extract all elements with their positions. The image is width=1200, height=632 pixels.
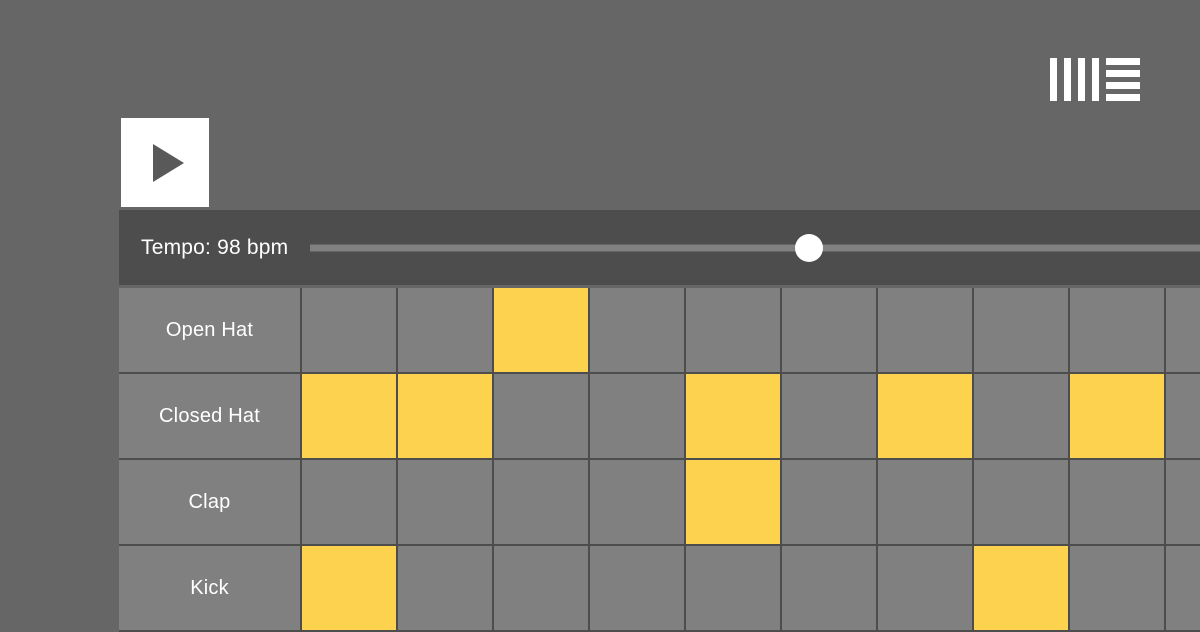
step-cell[interactable] — [686, 460, 782, 546]
play-triangle-icon — [152, 143, 184, 182]
sequencer-track-row: Clap — [119, 460, 1200, 546]
step-cell[interactable] — [494, 374, 590, 460]
step-cell[interactable] — [1070, 460, 1166, 546]
step-cell[interactable] — [878, 546, 974, 632]
step-cell[interactable] — [782, 374, 878, 460]
step-cell[interactable] — [590, 288, 686, 374]
step-cell[interactable] — [398, 460, 494, 546]
track-label-closed-hat[interactable]: Closed Hat — [119, 374, 302, 460]
step-cell[interactable] — [782, 460, 878, 546]
step-cell[interactable] — [590, 460, 686, 546]
step-cell[interactable] — [590, 546, 686, 632]
step-cell[interactable] — [302, 288, 398, 374]
step-cell[interactable] — [782, 288, 878, 374]
logo-bar-horizontal — [1106, 82, 1140, 89]
logo-horizontal-bars — [1106, 58, 1140, 101]
step-cell[interactable] — [878, 374, 974, 460]
track-steps — [302, 288, 1200, 374]
step-cell[interactable] — [686, 546, 782, 632]
step-cell[interactable] — [782, 546, 878, 632]
sequencer-track-row: Kick — [119, 546, 1200, 632]
tempo-slider-knob[interactable] — [794, 233, 823, 262]
step-cell[interactable] — [1166, 460, 1200, 546]
step-cell[interactable] — [974, 546, 1070, 632]
step-cell[interactable] — [974, 288, 1070, 374]
ableton-live-logo — [1050, 58, 1140, 101]
step-cell[interactable] — [1166, 374, 1200, 460]
logo-bar-horizontal — [1106, 70, 1140, 77]
step-cell[interactable] — [494, 460, 590, 546]
step-cell[interactable] — [974, 460, 1070, 546]
step-cell[interactable] — [1166, 546, 1200, 632]
sequencer-grid: Open Hat Closed Hat Clap Kick — [119, 288, 1200, 632]
step-cell[interactable] — [494, 288, 590, 374]
sequencer-track-row: Open Hat — [119, 288, 1200, 374]
logo-bar-vertical — [1064, 58, 1071, 101]
step-cell[interactable] — [398, 546, 494, 632]
step-cell[interactable] — [494, 546, 590, 632]
step-cell[interactable] — [1166, 288, 1200, 374]
step-cell[interactable] — [398, 288, 494, 374]
track-label-kick[interactable]: Kick — [119, 546, 302, 632]
step-cell[interactable] — [1070, 288, 1166, 374]
step-cell[interactable] — [1070, 374, 1166, 460]
logo-bar-vertical — [1050, 58, 1057, 101]
logo-bar-vertical — [1092, 58, 1099, 101]
tempo-slider[interactable] — [310, 233, 1200, 263]
step-cell[interactable] — [302, 374, 398, 460]
tempo-label: Tempo: 98 bpm — [141, 235, 289, 259]
logo-vertical-bars — [1050, 58, 1099, 101]
step-cell[interactable] — [974, 374, 1070, 460]
step-cell[interactable] — [878, 460, 974, 546]
logo-bar-horizontal — [1106, 58, 1140, 65]
tempo-bar: Tempo: 98 bpm — [119, 210, 1200, 285]
step-cell[interactable] — [590, 374, 686, 460]
step-cell[interactable] — [302, 460, 398, 546]
logo-bar-vertical — [1078, 58, 1085, 101]
sequencer-track-row: Closed Hat — [119, 374, 1200, 460]
step-cell[interactable] — [878, 288, 974, 374]
track-steps — [302, 460, 1200, 546]
play-button[interactable] — [121, 118, 209, 207]
track-label-open-hat[interactable]: Open Hat — [119, 288, 302, 374]
track-label-clap[interactable]: Clap — [119, 460, 302, 546]
step-cell[interactable] — [398, 374, 494, 460]
tempo-slider-track[interactable] — [310, 244, 1200, 251]
step-cell[interactable] — [686, 288, 782, 374]
step-cell[interactable] — [686, 374, 782, 460]
logo-bar-horizontal — [1106, 94, 1140, 101]
step-cell[interactable] — [1070, 546, 1166, 632]
track-steps — [302, 546, 1200, 632]
track-steps — [302, 374, 1200, 460]
step-cell[interactable] — [302, 546, 398, 632]
